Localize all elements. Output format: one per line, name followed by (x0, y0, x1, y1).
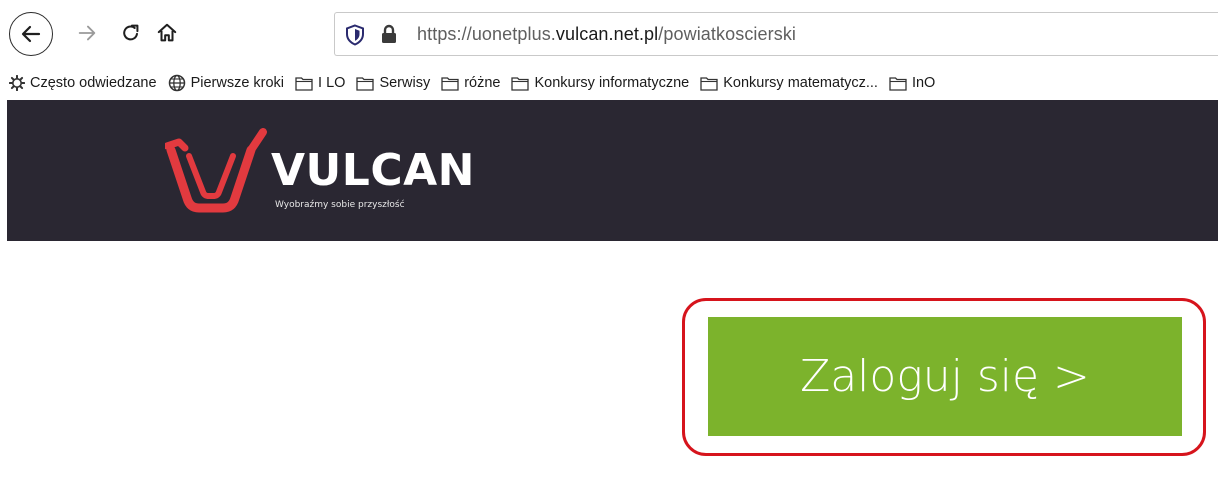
url-path: /powiatkoscierski (658, 24, 797, 44)
home-icon (157, 23, 177, 42)
bookmark-folder-konkursy-informatyczne[interactable]: Konkursy informatyczne (511, 69, 689, 97)
bookmark-label: InO (911, 75, 936, 91)
bookmark-folder-rozne[interactable]: różne (441, 69, 500, 97)
home-button[interactable] (152, 18, 182, 48)
navigation-row: https://uonetplus.vulcan.net.pl/powiatko… (0, 0, 1218, 66)
vulcan-logo-mark (165, 128, 267, 213)
forward-button[interactable] (72, 18, 102, 48)
bookmark-folder-konkursy-matematyczne[interactable]: Konkursy matematycz... (700, 69, 878, 97)
logo-tagline: Wyobraźmy sobie przyszłość (275, 200, 405, 210)
bookmark-label: różne (464, 75, 501, 91)
reload-button[interactable] (116, 18, 146, 48)
site-header: VULCAN Wyobraźmy sobie przyszłość (7, 100, 1218, 241)
url-scheme: https://uonetplus. (417, 24, 556, 44)
bookmark-label: Konkursy matematycz... (723, 75, 878, 91)
bookmark-label: Serwisy (379, 75, 431, 91)
address-bar[interactable]: https://uonetplus.vulcan.net.pl/powiatko… (334, 12, 1218, 56)
bookmarks-bar: Często odwiedzane Pierwsze kroki I LO Se… (0, 66, 1218, 100)
globe-icon (168, 74, 185, 92)
login-button[interactable]: Zaloguj się > (708, 317, 1182, 436)
vulcan-logo[interactable]: VULCAN Wyobraźmy sobie przyszłość (165, 128, 485, 228)
main-content: Zaloguj się > (7, 241, 1218, 481)
bookmark-folder-i-lo[interactable]: I LO (295, 69, 345, 97)
folder-icon (700, 76, 718, 91)
folder-icon (441, 76, 459, 91)
folder-icon (356, 76, 375, 91)
bookmark-folder-serwisy[interactable]: Serwisy (356, 69, 430, 97)
logo-wordmark: VULCAN (271, 145, 475, 196)
browser-toolbar: https://uonetplus.vulcan.net.pl/powiatko… (0, 0, 1218, 66)
arrow-left-icon (21, 25, 41, 43)
bookmark-label: Pierwsze kroki (190, 75, 285, 91)
bookmark-label: Często odwiedzane (30, 75, 157, 91)
arrow-right-icon (78, 25, 96, 41)
bookmark-folder-ino[interactable]: InO (889, 69, 935, 97)
url-text[interactable]: https://uonetplus.vulcan.net.pl/powiatko… (417, 24, 796, 45)
bookmark-label: I LO (318, 75, 346, 91)
folder-icon (511, 76, 530, 91)
back-button[interactable] (9, 12, 53, 56)
bookmark-label: Konkursy informatyczne (534, 75, 690, 91)
gear-icon (9, 75, 25, 91)
folder-icon (295, 76, 313, 91)
folder-icon (889, 76, 907, 91)
tracking-shield-icon[interactable] (345, 24, 365, 46)
reload-icon (123, 24, 139, 41)
bookmark-czesto-odwiedzane[interactable]: Często odwiedzane (9, 69, 157, 97)
lock-icon[interactable] (379, 23, 399, 45)
url-domain: vulcan.net.pl (555, 24, 659, 44)
bookmark-pierwsze-kroki[interactable]: Pierwsze kroki (168, 69, 284, 97)
